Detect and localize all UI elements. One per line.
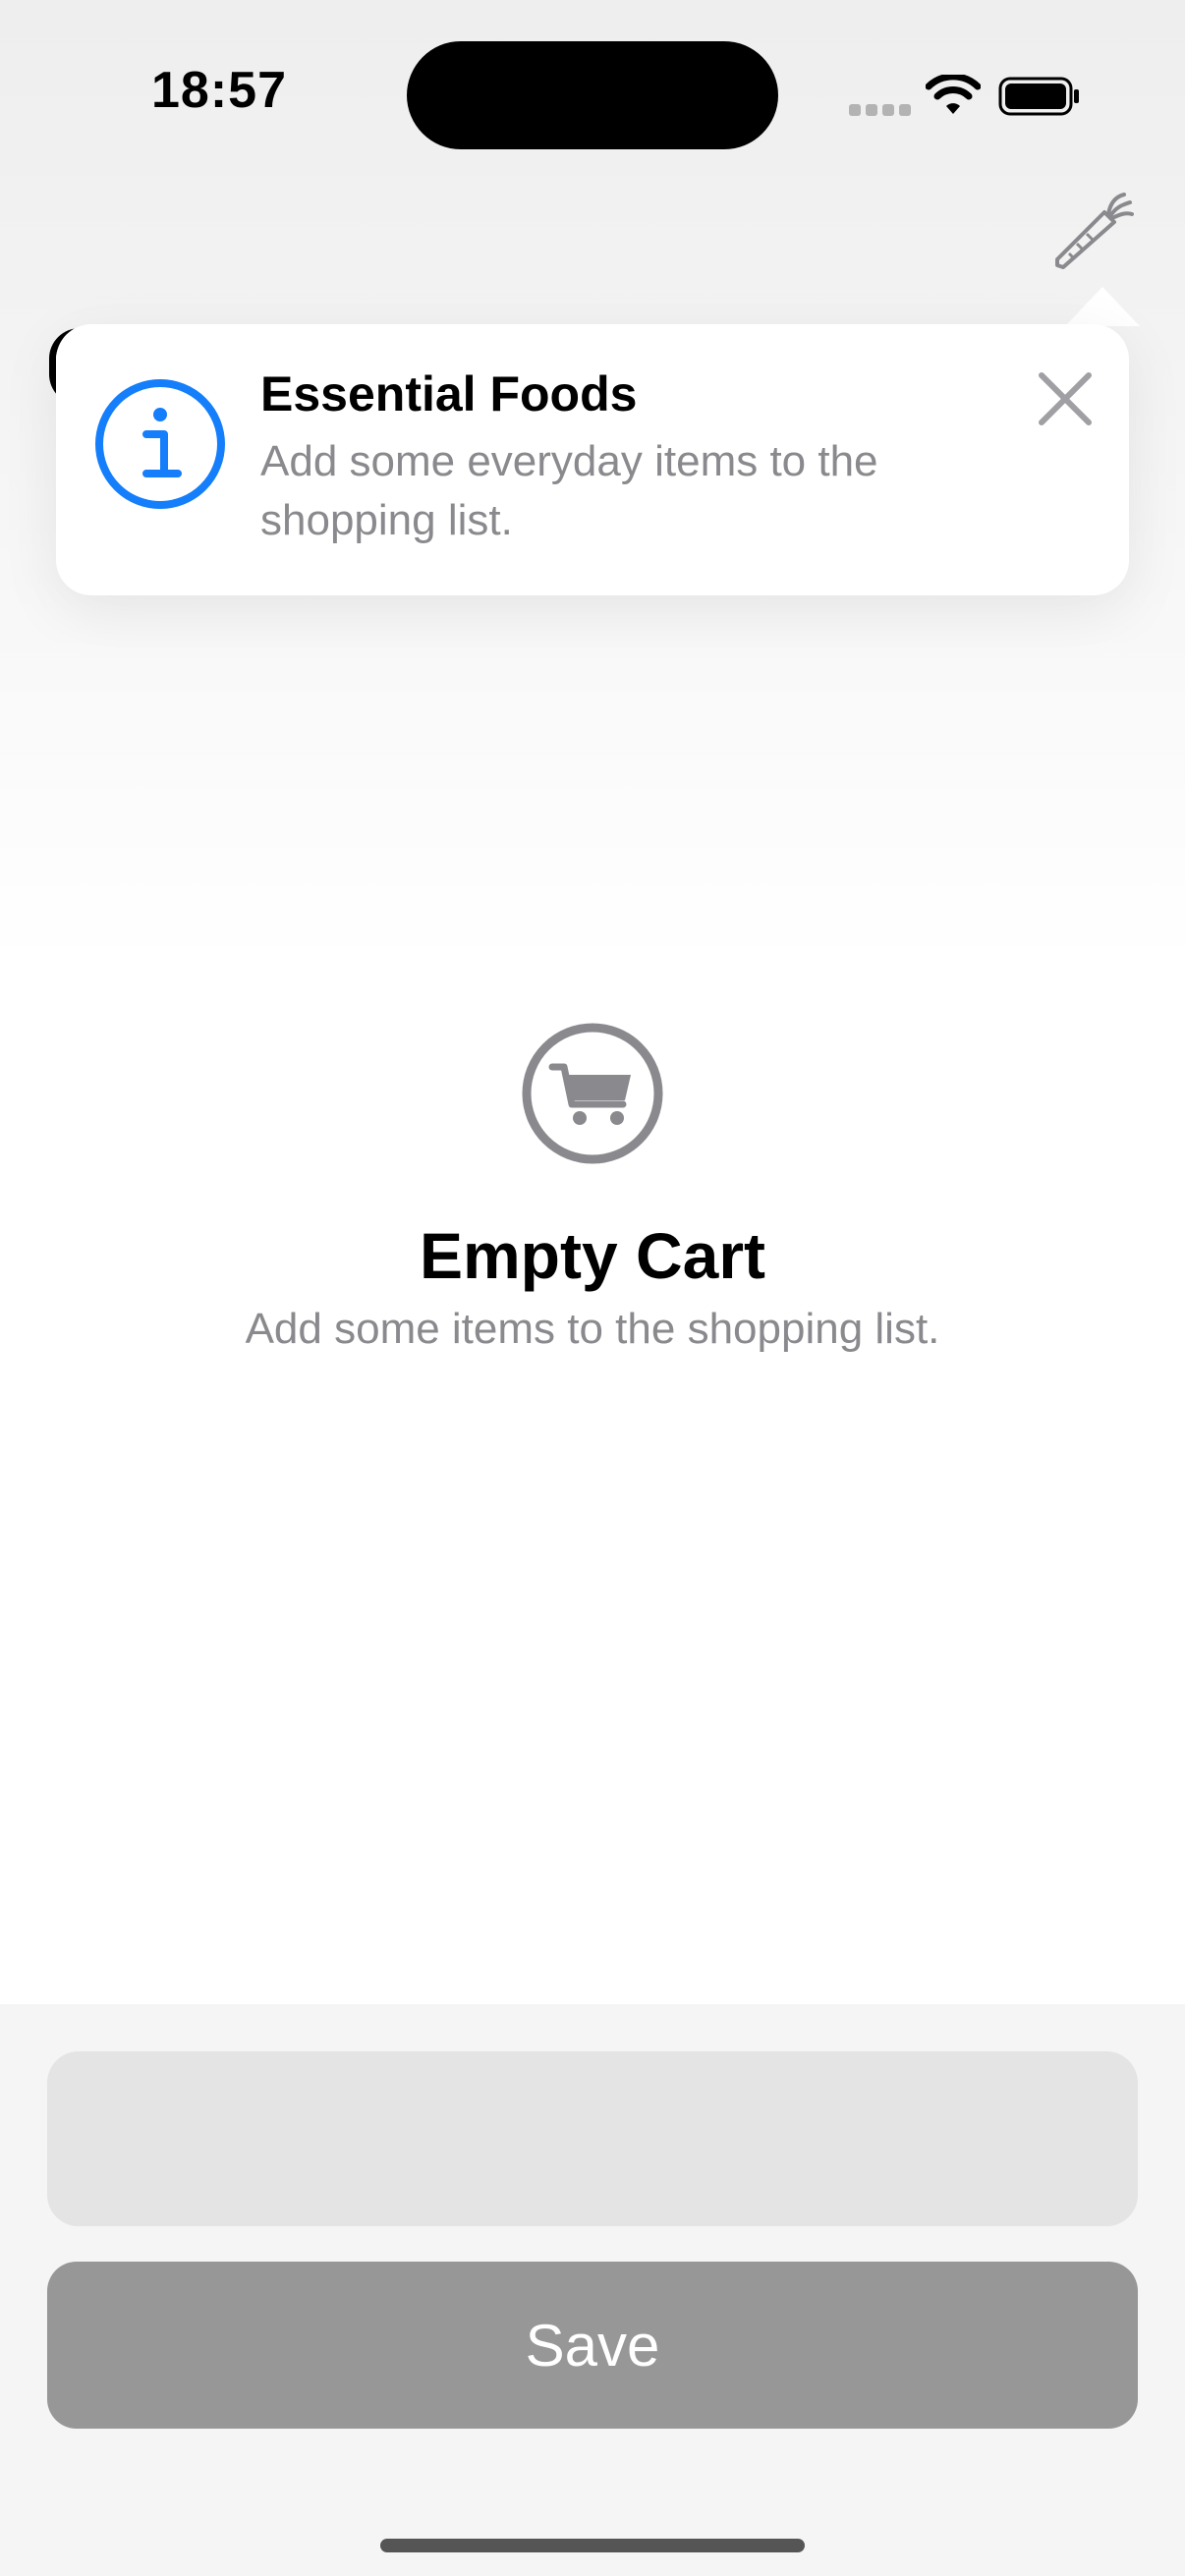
popover-message: Add some everyday items to the shopping … [260, 437, 878, 544]
item-input[interactable] [47, 2051, 1138, 2226]
cart-circle-icon [522, 1023, 663, 1164]
status-time: 18:57 [151, 62, 287, 119]
empty-state-subtitle: Add some items to the shopping list. [245, 1305, 940, 1353]
dynamic-island [407, 41, 778, 149]
popover-arrow [1065, 287, 1140, 326]
popover-title: Essential Foods [260, 366, 638, 421]
empty-state-title: Empty Cart [419, 1219, 766, 1292]
home-indicator[interactable] [380, 2539, 805, 2552]
save-button[interactable]: Save [47, 2262, 1138, 2429]
status-icons [847, 69, 1083, 122]
carrot-icon[interactable] [1047, 189, 1136, 277]
xmark-icon[interactable] [1038, 371, 1093, 426]
wifi-icon [926, 75, 981, 114]
battery-icon [998, 77, 1079, 116]
info-circle-icon [95, 379, 225, 509]
cellular-signal-icon [849, 104, 912, 116]
